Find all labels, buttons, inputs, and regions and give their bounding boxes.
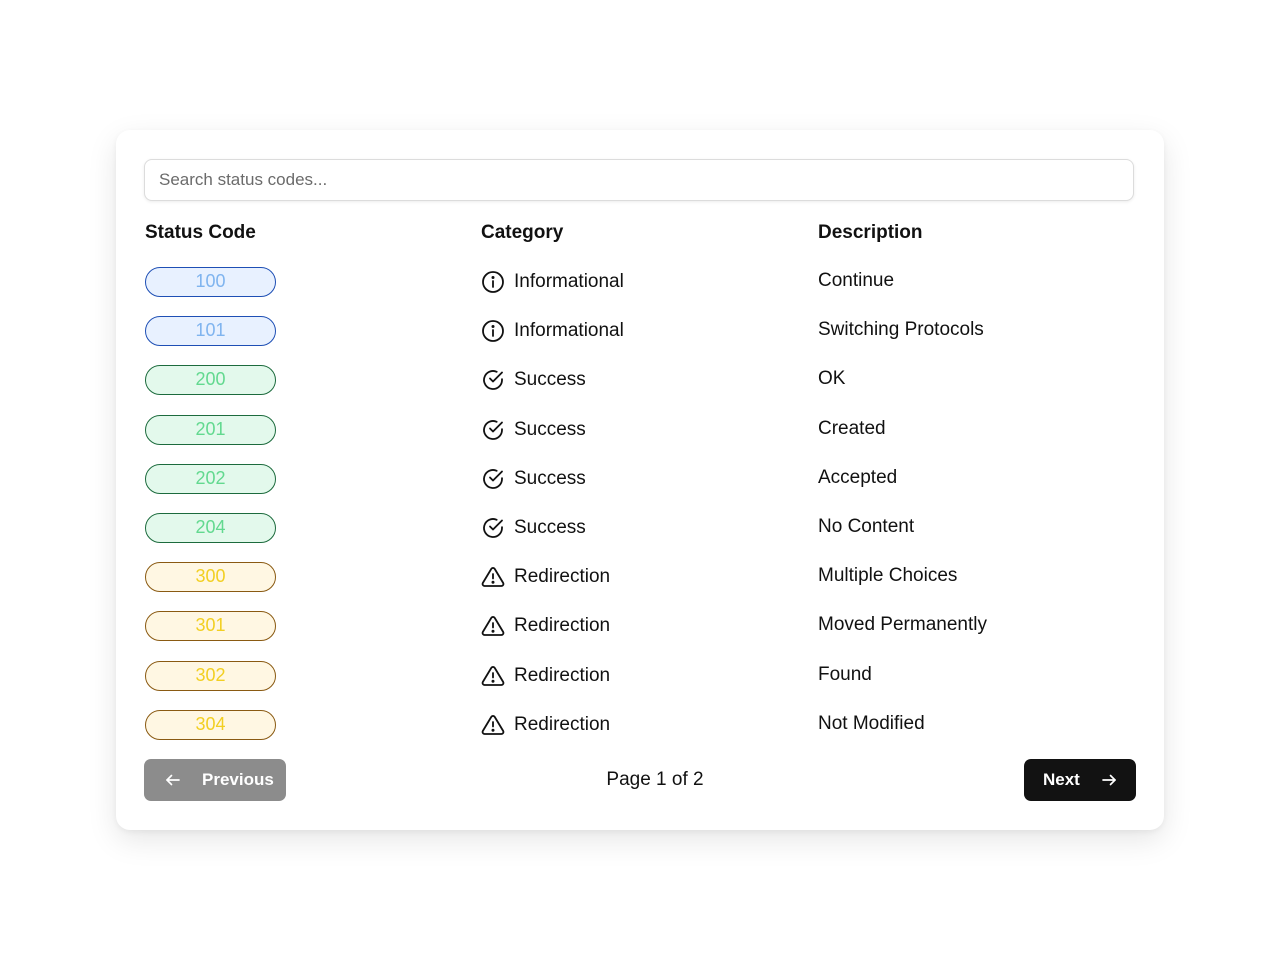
info-icon [482,320,504,343]
category-cell: Success [481,466,586,492]
next-button[interactable]: Next [1024,759,1136,801]
status-code-badge: 301 [145,611,276,642]
table-row: 302 Redirection Found [116,660,1164,710]
category-cell: Success [481,367,586,393]
status-code-badge: 100 [145,267,276,297]
description-cell: Accepted [818,466,898,488]
warning-triangle-icon [481,714,505,735]
description-cell: OK [818,368,846,390]
check-circle-icon [483,370,503,391]
category-label: Success [514,369,586,391]
table-row: 101 Informational Switching Protocols [116,316,1164,365]
table-row: 204 Success No Content [116,512,1164,562]
warning-triangle-icon [481,616,505,637]
search-input[interactable] [144,159,1134,201]
table-row: 202 Success Accepted [116,463,1164,513]
description-cell: Created [818,417,886,439]
category-cell: Informational [481,269,624,295]
status-code-badge: 101 [145,316,276,347]
description-cell: Moved Permanently [818,614,987,636]
description-cell: Found [818,663,872,685]
column-header-category: Category [481,222,564,243]
category-cell: Success [481,515,586,541]
category-cell: Redirection [481,613,610,639]
warning-triangle-icon [481,567,505,588]
status-code-list: 100 Informational Continue 101 Informational… [116,267,1164,759]
category-label: Success [514,516,586,538]
info-icon [482,271,504,293]
check-circle-icon [483,419,503,440]
table-row: 200 Success OK [116,365,1164,414]
table-row: 301 Redirection Moved Permanently [116,611,1164,660]
status-code-badge: 204 [145,512,276,543]
status-code-badge: 202 [145,463,276,494]
next-button-label: Next [1043,770,1080,789]
description-cell: Multiple Choices [818,565,958,587]
check-circle-icon [483,518,503,538]
status-code-badge: 302 [145,660,276,691]
category-cell: Redirection [481,663,610,689]
table-row: 300 Redirection Multiple Choices [116,562,1164,611]
description-cell: Not Modified [818,712,925,734]
table-row: 201 Success Created [116,414,1164,464]
check-circle-icon [483,468,503,489]
description-cell: Switching Protocols [818,319,984,341]
status-codes-card: Status Code Category Description 100 Info… [116,130,1164,830]
warning-triangle-icon [481,665,505,686]
pagination: Previous Page 1 of 2 Next [116,759,1164,801]
category-label: Success [514,467,586,489]
table-row: 100 Informational Continue [116,267,1164,316]
category-label: Informational [514,271,624,292]
status-code-badge: 300 [145,562,276,593]
status-code-badge: 200 [145,365,276,396]
category-label: Informational [514,320,624,342]
category-cell: Redirection [481,712,610,738]
arrow-right-icon [1102,774,1116,786]
description-cell: Continue [818,270,895,291]
category-cell: Success [481,417,586,443]
table-row: 304 Redirection Not Modified [116,709,1164,759]
description-cell: No Content [818,515,915,537]
category-cell: Redirection [481,564,610,590]
category-label: Success [514,418,586,440]
category-label: Redirection [514,615,611,637]
category-label: Redirection [514,664,611,686]
column-header-description: Description [818,222,923,243]
status-code-badge: 201 [145,414,276,445]
category-label: Redirection [514,713,611,735]
column-header-status-code: Status Code [145,222,256,243]
category-label: Redirection [514,566,611,588]
category-cell: Informational [481,318,624,344]
status-code-badge: 304 [145,709,276,740]
